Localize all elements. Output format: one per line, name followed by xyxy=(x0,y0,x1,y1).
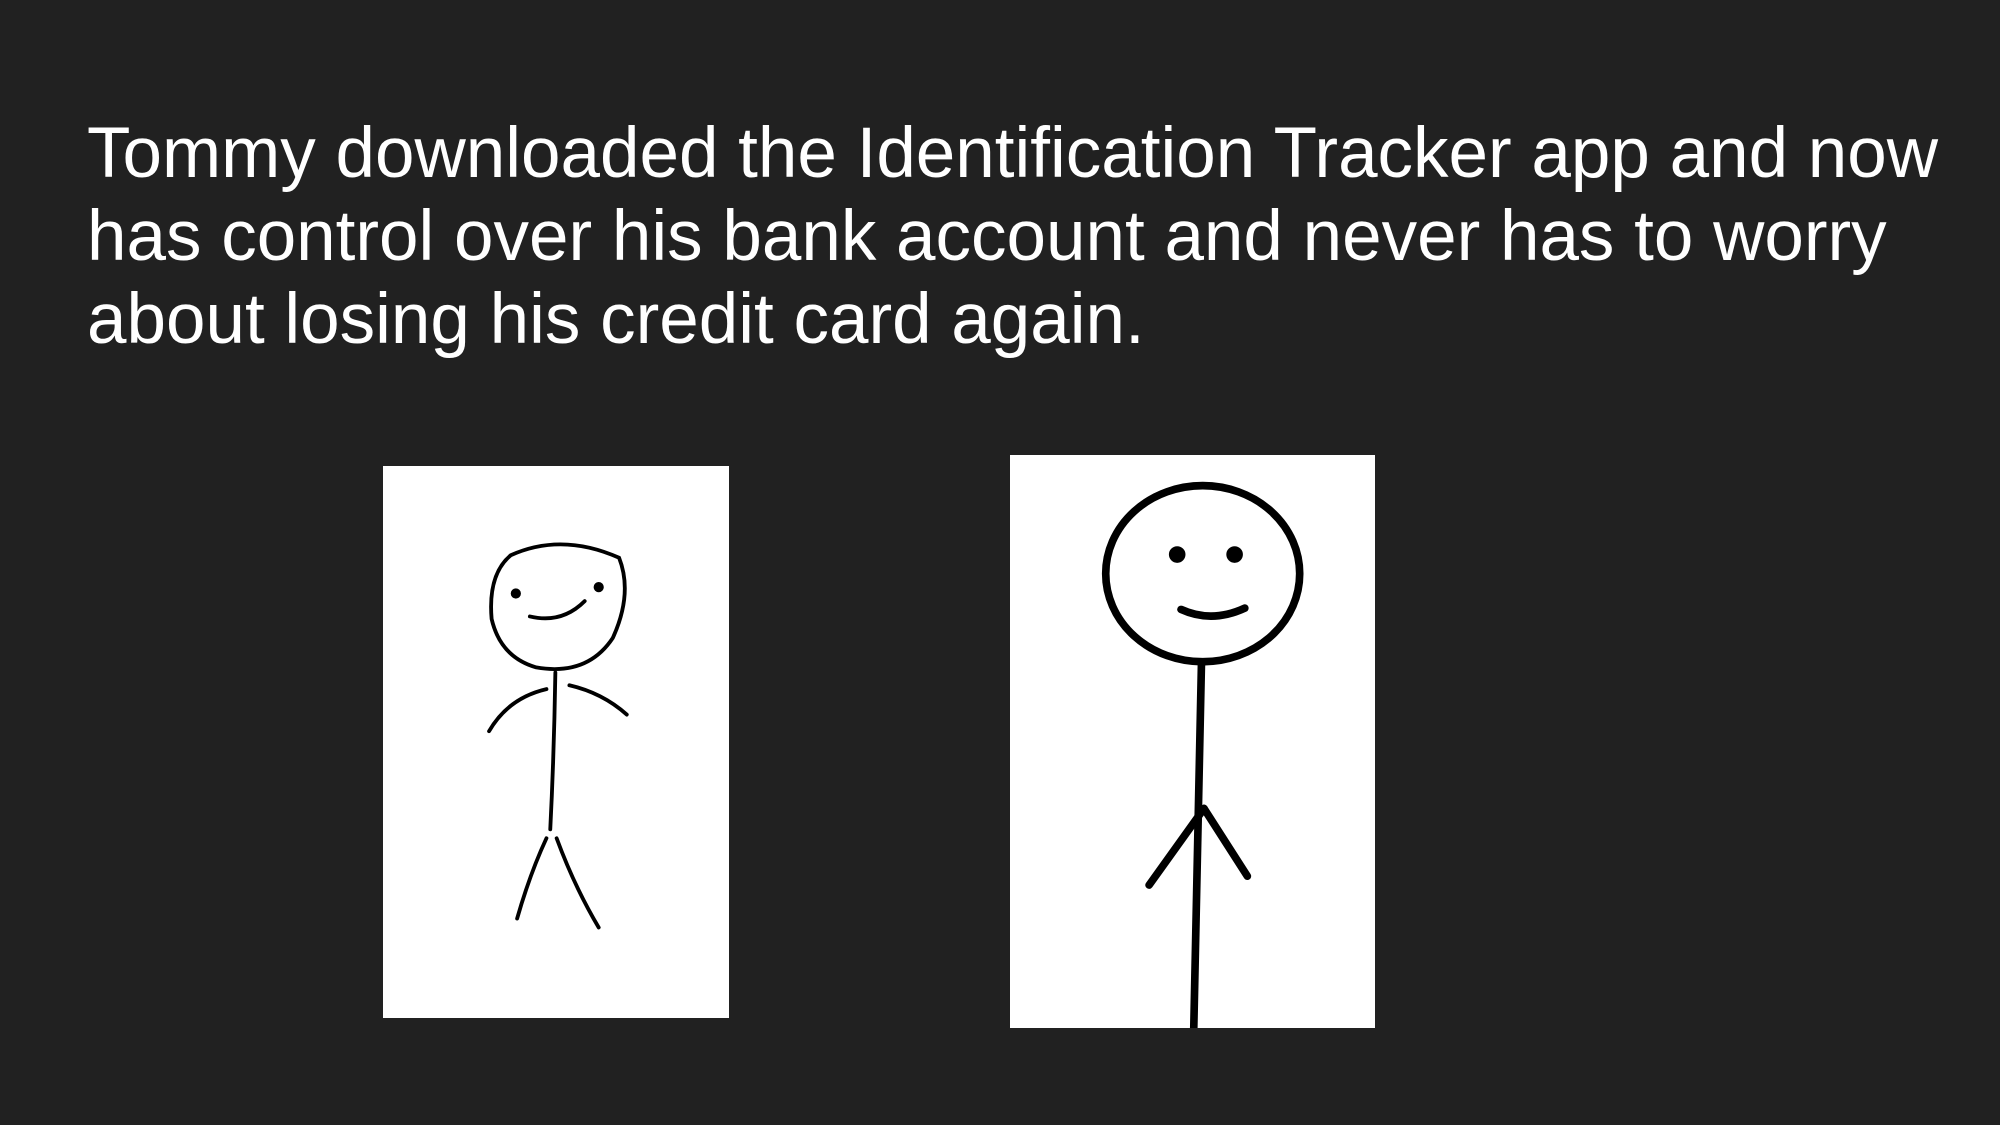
slide-caption: Tommy downloaded the Identification Trac… xyxy=(87,114,1939,359)
hand-drawn-stick-figure-icon xyxy=(487,542,629,930)
stick-figure-sketch-image xyxy=(383,466,729,1018)
stick-figure-clean-image xyxy=(1010,455,1375,1028)
neat-stick-figure-icon xyxy=(1101,481,1304,1028)
